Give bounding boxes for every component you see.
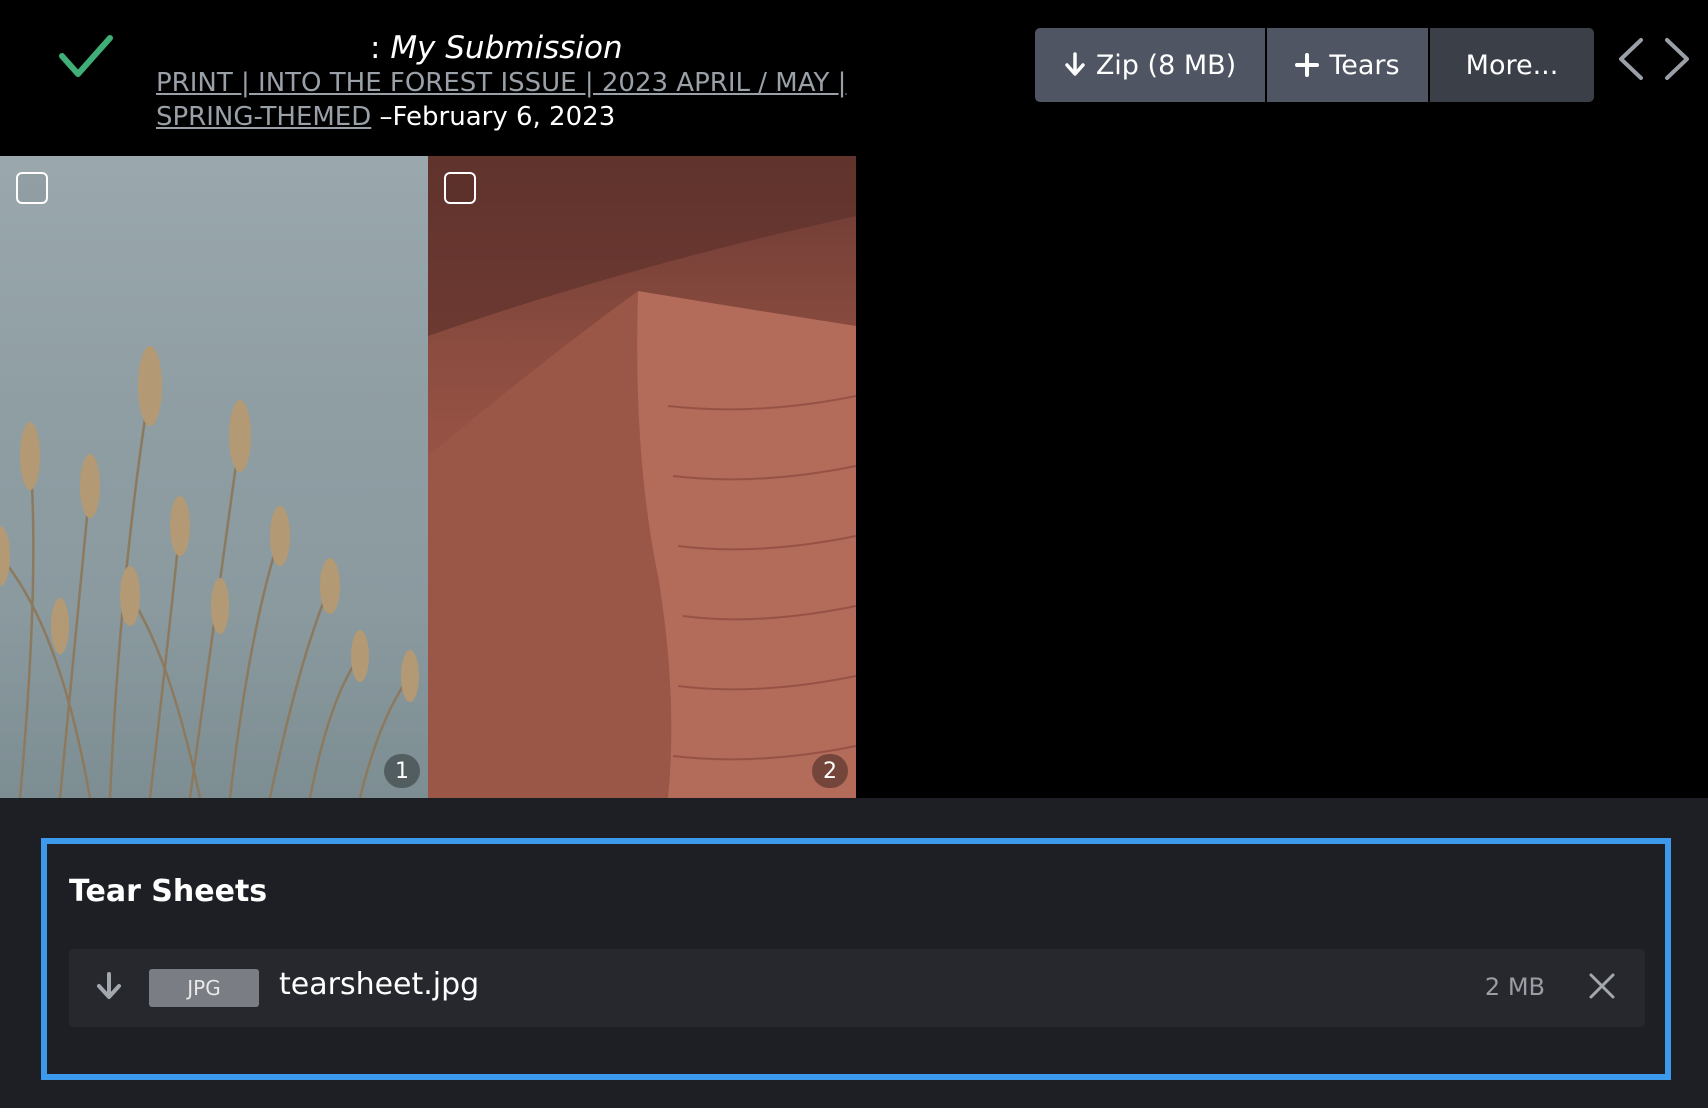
page-title: : My Submission [156,28,623,68]
more-button[interactable]: More... [1430,28,1594,102]
submission-navigation [1615,36,1693,82]
tear-sheets-panel: Tear Sheets JPG tearsheet.jpg 2 MB [41,838,1671,1080]
check-icon [59,35,113,77]
file-row: JPG tearsheet.jpg 2 MB [69,949,1645,1027]
tears-label: Tears [1329,49,1400,81]
plus-icon [1295,53,1320,77]
tear-sheets-heading: Tear Sheets [69,874,268,909]
title-prefix: : [370,30,381,66]
file-name[interactable]: tearsheet.jpg [279,967,479,1002]
image-number-badge: 2 [812,754,848,788]
image-number-badge: 1 [384,754,420,788]
submission-title: My Submission [390,30,623,66]
file-type-badge: JPG [149,969,259,1007]
add-tears-button[interactable]: Tears [1267,28,1428,102]
gallery-image[interactable]: 1 [0,156,428,798]
zip-label: Zip (8 MB) [1095,49,1237,81]
submission-header: : My Submission PRINT | INTO THE FOREST … [0,0,1708,156]
issue-info: PRINT | INTO THE FOREST ISSUE | 2023 APR… [156,66,926,134]
file-size: 2 MB [1484,973,1545,1001]
toolbar: Zip (8 MB) Tears More... [1035,28,1594,102]
chevron-left-icon[interactable] [1615,36,1647,82]
reeds-photo [0,346,419,798]
more-label: More... [1465,49,1559,81]
zip-download-button[interactable]: Zip (8 MB) [1035,28,1265,102]
select-checkbox[interactable] [444,172,476,204]
dune-photo [428,156,856,798]
download-arrow-icon [1065,52,1085,76]
close-icon[interactable] [1587,971,1617,1001]
download-icon[interactable] [95,971,123,1003]
chevron-right-icon[interactable] [1661,36,1693,82]
select-checkbox[interactable] [16,172,48,204]
submission-date: –February 6, 2023 [379,102,616,132]
image-gallery: 1 2 [0,156,1708,798]
gallery-image[interactable]: 2 [428,156,856,798]
